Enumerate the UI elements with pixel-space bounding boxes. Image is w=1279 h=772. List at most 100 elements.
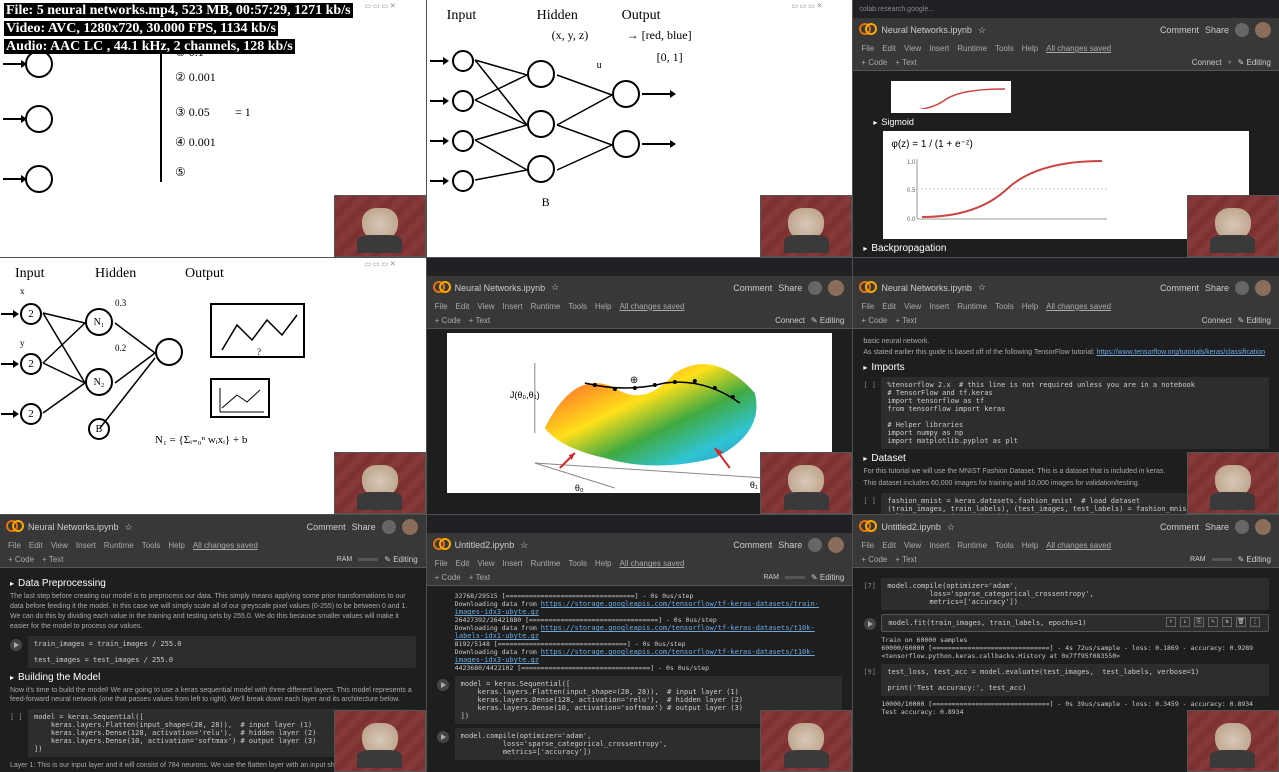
menu-insert[interactable]: Insert [503,559,523,568]
menu-file[interactable]: File [861,302,874,311]
avatar[interactable] [828,537,844,553]
run-cell-button[interactable] [437,679,449,691]
editing-button[interactable]: ✎ Editing [1238,555,1271,564]
menu-insert[interactable]: Insert [76,541,96,550]
gear-icon[interactable] [382,520,396,534]
menu-runtime[interactable]: Runtime [957,44,987,53]
star-icon[interactable]: ☆ [551,282,559,293]
comment-button[interactable]: Comment [733,283,772,293]
run-cell-button[interactable] [864,618,876,630]
comment-button[interactable]: Comment [733,540,772,550]
avatar[interactable] [402,519,418,535]
star-icon[interactable]: ☆ [520,540,528,551]
menu-file[interactable]: File [861,44,874,53]
menu-view[interactable]: View [51,541,68,550]
edit-icon[interactable]: ✎ [1208,617,1218,627]
avatar[interactable] [1255,22,1271,38]
menu-insert[interactable]: Insert [929,302,949,311]
menu-runtime[interactable]: Runtime [957,541,987,550]
connect-button[interactable]: Connect [1202,316,1232,325]
add-code-button[interactable]: + Code [8,555,34,564]
editing-button[interactable]: ✎ Editing [1238,316,1271,325]
menu-view[interactable]: View [904,302,921,311]
menu-file[interactable]: File [435,559,448,568]
connect-button[interactable]: Connect [1192,58,1222,67]
add-code-button[interactable]: + Code [861,58,887,67]
menu-help[interactable]: Help [1022,541,1038,550]
menu-file[interactable]: File [435,302,448,311]
more-icon[interactable]: ⋮ [1250,617,1260,627]
notebook-title[interactable]: Untitled2.ipynb [881,522,941,532]
add-text-button[interactable]: + Text [42,555,63,564]
gear-icon[interactable] [808,281,822,295]
editing-button[interactable]: ✎ Editing [384,555,417,564]
menu-tools[interactable]: Tools [995,541,1014,550]
menu-insert[interactable]: Insert [503,302,523,311]
menu-view[interactable]: View [477,559,494,568]
comment-button[interactable]: Comment [1160,283,1199,293]
move-down-icon[interactable]: ↓ [1180,617,1190,627]
menu-runtime[interactable]: Runtime [104,541,134,550]
comment-button[interactable]: Comment [307,522,346,532]
add-code-button[interactable]: + Code [861,316,887,325]
editing-button[interactable]: ✎ Editing [1238,58,1271,67]
share-button[interactable]: Share [778,283,802,293]
add-text-button[interactable]: + Text [469,316,490,325]
menu-edit[interactable]: Edit [882,44,896,53]
share-button[interactable]: Share [352,522,376,532]
menu-view[interactable]: View [904,44,921,53]
run-cell-button[interactable] [437,731,449,743]
link-icon[interactable]: ⎘ [1194,617,1204,627]
menu-tools[interactable]: Tools [142,541,161,550]
gear-icon[interactable] [1235,520,1249,534]
notebook-title[interactable]: Untitled2.ipynb [455,540,515,550]
menu-runtime[interactable]: Runtime [531,559,561,568]
notebook-title[interactable]: Neural Networks.ipynb [881,283,972,293]
avatar[interactable] [1255,519,1271,535]
gear-icon[interactable] [1235,23,1249,37]
comment-button[interactable]: Comment [1160,25,1199,35]
notebook-title[interactable]: Neural Networks.ipynb [28,522,119,532]
menu-help[interactable]: Help [168,541,184,550]
add-text-button[interactable]: + Text [469,573,490,582]
menu-runtime[interactable]: Runtime [957,302,987,311]
menu-view[interactable]: View [477,302,494,311]
star-icon[interactable]: ☆ [978,282,986,293]
avatar[interactable] [1255,280,1271,296]
comment-button[interactable]: Comment [1160,522,1199,532]
menu-tools[interactable]: Tools [995,44,1014,53]
menu-edit[interactable]: Edit [882,541,896,550]
menu-edit[interactable]: Edit [456,559,470,568]
share-button[interactable]: Share [1205,522,1229,532]
star-icon[interactable]: ☆ [947,522,955,533]
share-button[interactable]: Share [1205,283,1229,293]
menu-tools[interactable]: Tools [568,559,587,568]
menu-help[interactable]: Help [1022,44,1038,53]
delete-icon[interactable]: 🗑 [1236,617,1246,627]
menu-view[interactable]: View [904,541,921,550]
menu-runtime[interactable]: Runtime [531,302,561,311]
code-cell[interactable]: [7] model.compile(optimizer='adam', loss… [881,578,1269,610]
share-button[interactable]: Share [778,540,802,550]
menu-file[interactable]: File [861,541,874,550]
menu-edit[interactable]: Edit [29,541,43,550]
tutorial-link[interactable]: https://www.tensorflow.org/tutorials/ker… [1097,349,1265,356]
code-cell-active[interactable]: ↑ ↓ ⎘ ✎ ⇅ 🗑 ⋮ model.fit(train_images, tr… [881,614,1269,632]
menu-help[interactable]: Help [1022,302,1038,311]
menu-file[interactable]: File [8,541,21,550]
notebook-title[interactable]: Neural Networks.ipynb [881,25,972,35]
add-code-button[interactable]: + Code [435,573,461,582]
editing-button[interactable]: ✎ Editing [811,316,844,325]
run-cell-button[interactable] [10,639,22,651]
add-code-button[interactable]: + Code [861,555,887,564]
add-text-button[interactable]: + Text [895,555,916,564]
code-cell-active[interactable]: train_images = train_images / 255.0 test… [28,636,416,668]
menu-tools[interactable]: Tools [568,302,587,311]
star-icon[interactable]: ☆ [125,522,133,533]
notebook-title[interactable]: Neural Networks.ipynb [455,283,546,293]
mirror-icon[interactable]: ⇅ [1222,617,1232,627]
gear-icon[interactable] [808,538,822,552]
add-text-button[interactable]: + Text [895,58,916,67]
menu-help[interactable]: Help [595,302,611,311]
menu-help[interactable]: Help [595,559,611,568]
